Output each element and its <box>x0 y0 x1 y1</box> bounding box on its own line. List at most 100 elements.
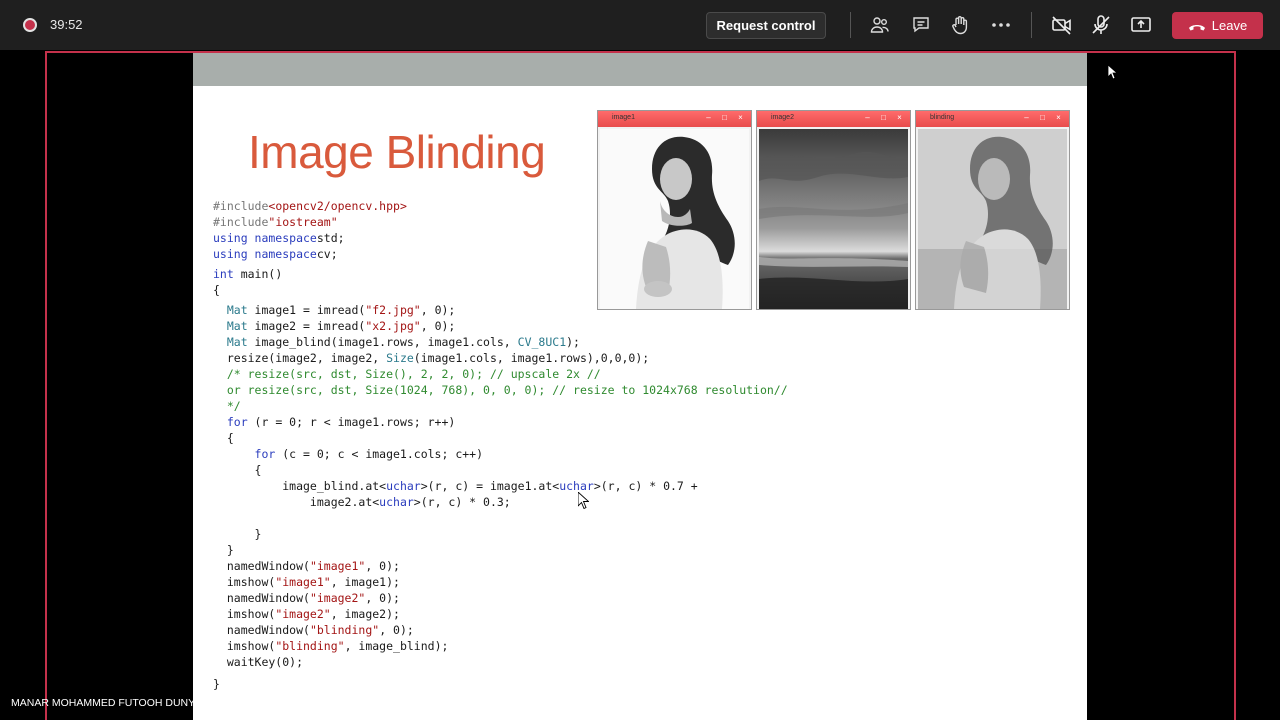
code-token: imshow( <box>213 639 276 653</box>
code-line: imshow("image1", image1); <box>213 574 400 590</box>
opencv-window-image2: image2 – □ × <box>756 110 911 310</box>
code-line: { <box>213 430 234 446</box>
minimize-icon: – <box>1024 113 1029 122</box>
code-token: { <box>213 463 262 477</box>
code-token: image_blind(image1.rows, image1.cols, <box>247 335 518 349</box>
code-token: for <box>213 447 276 461</box>
code-token: Mat <box>213 303 248 317</box>
code-token: , 0); <box>420 303 456 317</box>
code-token: (c = 0; c < image1.cols; c++) <box>275 447 484 461</box>
code-token: namedWindow( <box>213 559 310 573</box>
code-token: using namespace <box>213 247 317 261</box>
code-token: /* resize(src, dst, Size(), 2, 2, 0); //… <box>213 367 601 381</box>
code-token: Mat <box>213 319 248 333</box>
code-token: >(r, c) * 0.7 + <box>593 479 698 493</box>
code-line: namedWindow("blinding", 0); <box>213 622 414 638</box>
code-token: imshow( <box>213 607 276 621</box>
code-token: waitKey(0); <box>213 655 304 669</box>
maximize-icon: □ <box>722 113 727 122</box>
chat-icon[interactable] <box>909 13 933 37</box>
people-icon[interactable] <box>868 13 892 37</box>
code-token: } <box>213 527 262 541</box>
mouse-cursor-icon <box>1107 64 1119 84</box>
code-token: <opencv2/opencv.hpp> <box>268 199 407 213</box>
raise-hand-icon[interactable] <box>948 13 972 37</box>
window-title: image2 <box>771 114 794 121</box>
code-token: imshow( <box>213 575 276 589</box>
code-token: uchar <box>559 479 594 493</box>
code-token: */ <box>213 399 241 413</box>
camera-off-icon[interactable] <box>1050 13 1074 37</box>
code-line: #include<opencv2/opencv.hpp> <box>213 198 407 214</box>
code-token: Mat <box>213 335 248 349</box>
code-line: using namespacestd; <box>213 230 345 246</box>
code-line: Mat image1 = imread("f2.jpg", 0); <box>213 302 456 318</box>
close-icon: × <box>1056 113 1061 122</box>
recording-timer: 39:52 <box>50 17 83 32</box>
code-token: "image1" <box>309 559 366 573</box>
minimize-icon: – <box>865 113 870 122</box>
code-token: , image1); <box>330 575 400 589</box>
code-token: image2.at< <box>213 495 380 509</box>
code-token: or resize(src, dst, Size(1024, 768), 0, … <box>213 383 788 397</box>
code-token: int <box>213 267 234 281</box>
code-line: } <box>213 526 262 542</box>
code-token: image_blind.at< <box>213 479 387 493</box>
code-line: #include"iostream" <box>213 214 338 230</box>
code-line: /* resize(src, dst, Size(), 2, 2, 0); //… <box>213 366 601 382</box>
code-token: , 0); <box>365 591 400 605</box>
code-line: { <box>213 462 262 478</box>
phone-hangup-icon <box>1188 21 1206 33</box>
code-line: or resize(src, dst, Size(1024, 768), 0, … <box>213 382 788 398</box>
maximize-icon: □ <box>1040 113 1045 122</box>
toolbar-divider <box>1031 12 1032 38</box>
code-line: image2.at<uchar>(r, c) * 0.3; <box>213 494 511 510</box>
presentation-slide: Image Blinding image1 – □ × image2 – □ × <box>193 53 1087 720</box>
code-line: { <box>213 282 220 298</box>
toolbar-divider <box>850 12 851 38</box>
code-token: namedWindow( <box>213 591 310 605</box>
code-token: , 0); <box>379 623 414 637</box>
request-control-button[interactable]: Request control <box>706 12 826 39</box>
code-token: { <box>213 431 234 445</box>
code-token: , image_blind); <box>344 639 449 653</box>
blended-image <box>918 129 1067 309</box>
slide-header-band <box>193 53 1087 86</box>
code-token: uchar <box>386 479 421 493</box>
code-token: , 0); <box>420 319 456 333</box>
code-token: resize(image2, image2, <box>213 351 387 365</box>
code-line: int main() <box>213 266 282 282</box>
code-token: "iostream" <box>268 215 338 229</box>
code-token: for <box>213 415 248 429</box>
code-token: Size <box>386 351 414 365</box>
code-token: , image2); <box>330 607 400 621</box>
opencv-window-blinding: blinding – □ × <box>915 110 1070 310</box>
code-line: namedWindow("image1", 0); <box>213 558 400 574</box>
code-line: resize(image2, image2, Size(image1.cols,… <box>213 350 649 366</box>
code-token: ); <box>566 335 580 349</box>
code-token: } <box>213 677 220 691</box>
code-token: "image1" <box>275 575 331 589</box>
recording-indicator-icon <box>23 18 37 32</box>
presenter-name: MANAR MOHAMMED FUTOOH DUNYA <box>11 697 202 709</box>
close-icon: × <box>738 113 743 122</box>
mic-off-icon[interactable] <box>1089 13 1113 37</box>
seascape-image <box>759 129 908 309</box>
code-token: { <box>213 283 220 297</box>
share-tray-icon[interactable] <box>1129 13 1153 37</box>
code-token: namedWindow( <box>213 623 310 637</box>
code-token: (image1.cols, image1.rows),0,0,0); <box>413 351 650 365</box>
code-token: main() <box>233 267 283 281</box>
code-token: image1 = imread( <box>247 303 366 317</box>
more-icon[interactable] <box>989 13 1013 37</box>
leave-label: Leave <box>1211 18 1248 33</box>
leave-button[interactable]: Leave <box>1172 12 1263 39</box>
code-token: } <box>213 543 234 557</box>
code-token: , 0); <box>365 559 400 573</box>
slide-cursor-icon <box>577 490 590 514</box>
meeting-toolbar: 39:52 Request control Leave <box>0 0 1280 50</box>
code-line: waitKey(0); <box>213 654 303 670</box>
code-line: for (r = 0; r < image1.rows; r++) <box>213 414 456 430</box>
code-line: image_blind.at<uchar>(r, c) = image1.at<… <box>213 478 698 494</box>
code-line: imshow("image2", image2); <box>213 606 400 622</box>
